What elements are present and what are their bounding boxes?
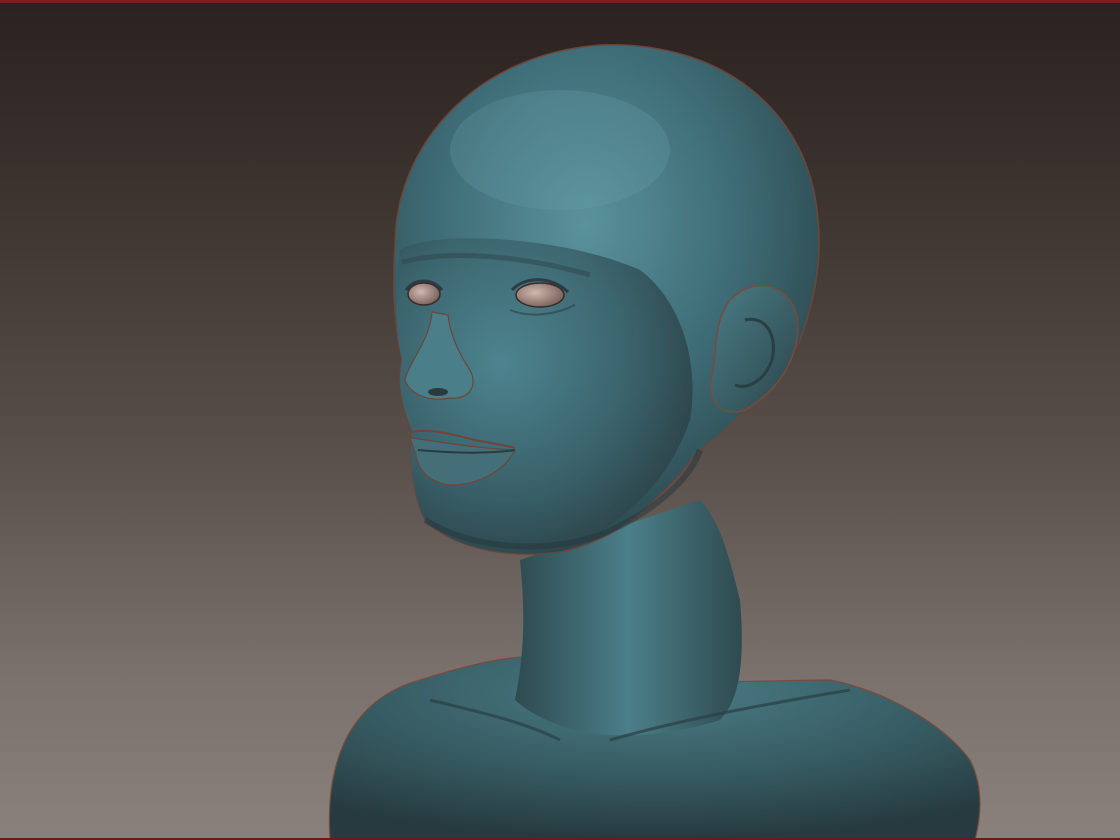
eye-left <box>407 282 441 306</box>
nostril <box>428 388 448 396</box>
skull-highlight <box>450 90 670 210</box>
eye-right <box>515 282 565 308</box>
bust-render <box>328 44 981 840</box>
sculpt-viewport[interactable] <box>0 0 1120 840</box>
